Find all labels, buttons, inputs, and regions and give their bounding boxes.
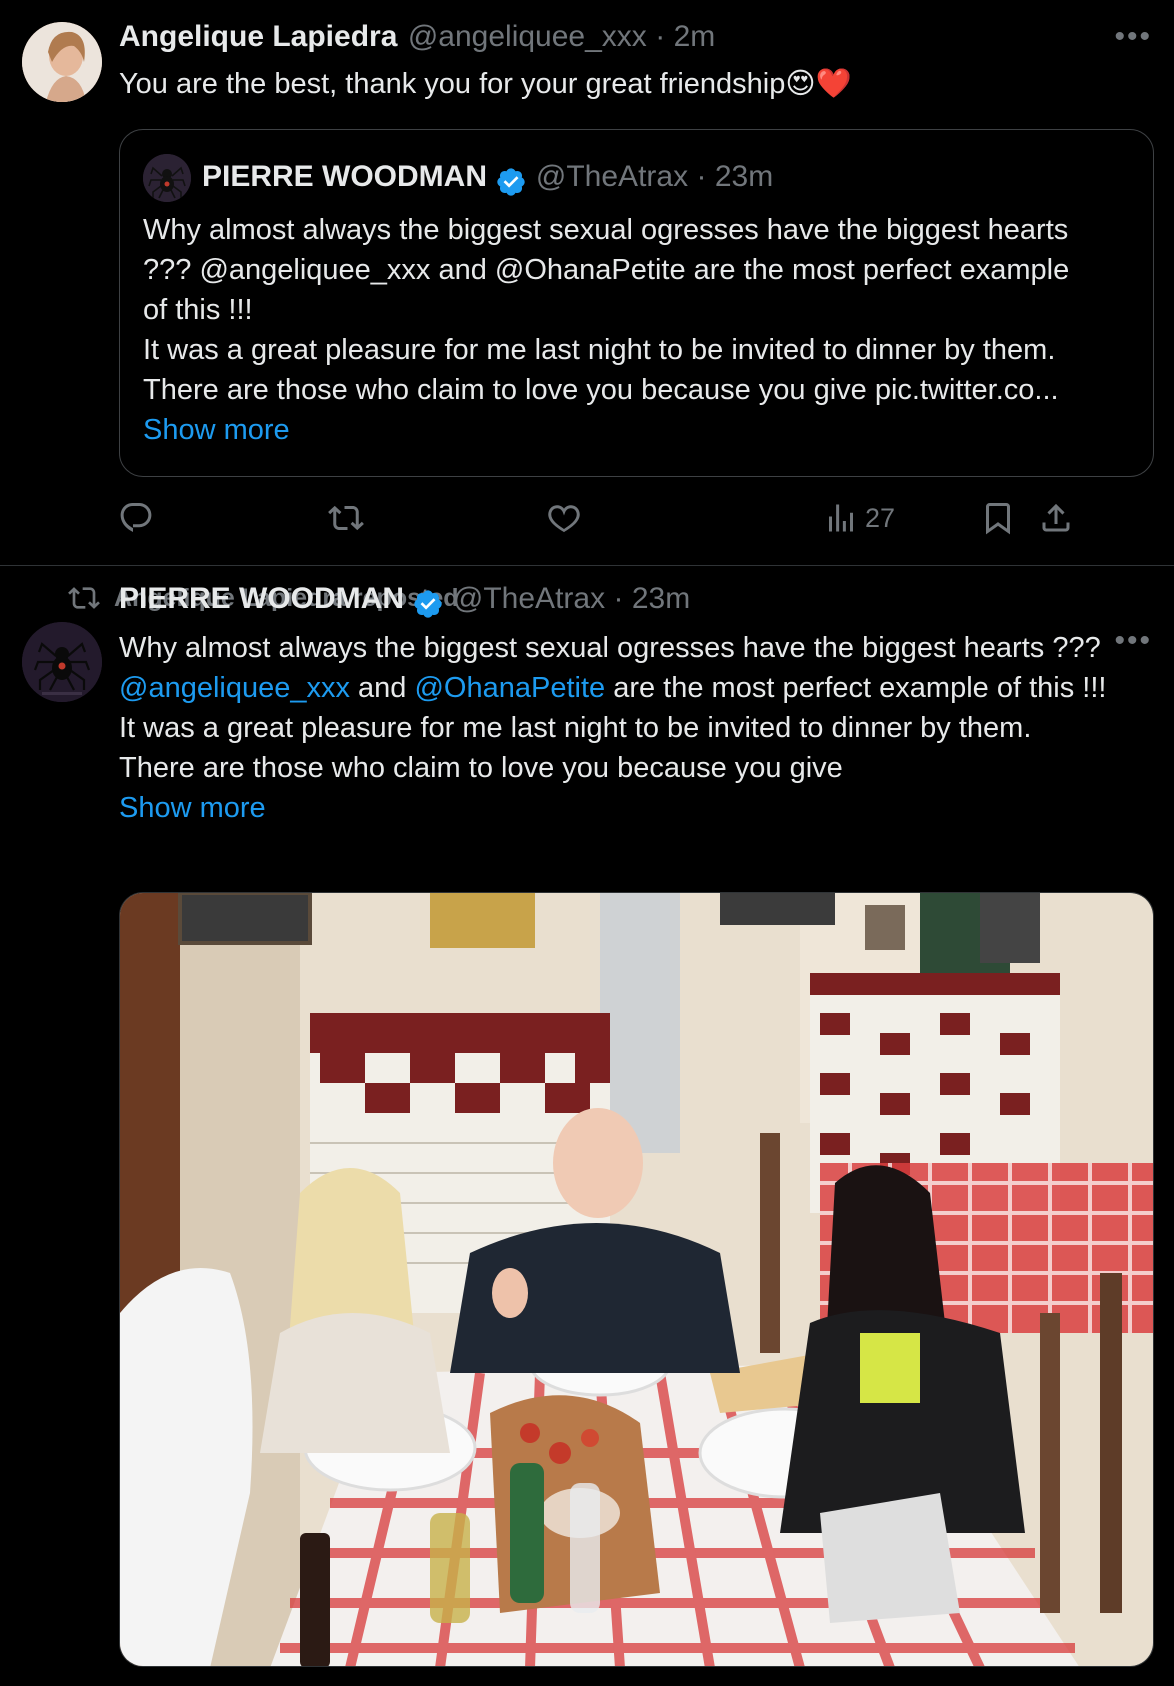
tweet-text: You are the best, thank you for your gre… <box>119 64 852 104</box>
tweet-time[interactable]: · 2m <box>655 20 715 53</box>
quote-header: PIERRE WOODMAN @TheAtrax · 23m <box>202 160 773 198</box>
quoted-tweet[interactable]: PIERRE WOODMAN @TheAtrax · 23m Why almos… <box>119 129 1154 477</box>
avatar-angelique[interactable] <box>22 22 102 102</box>
author-name[interactable]: PIERRE WOODMAN <box>119 582 404 615</box>
quote-line: There are those who claim to love you be… <box>143 374 1059 406</box>
tweet-line: @angeliquee_xxx and @OhanaPetite are the… <box>119 668 1159 708</box>
bookmark-button[interactable] <box>980 500 1016 536</box>
tweet-header: PIERRE WOODMAN @TheAtrax · 23m <box>119 582 690 620</box>
tweet-time[interactable]: · 23m <box>614 582 691 615</box>
quote-text: Why almost always the biggest sexual ogr… <box>143 210 1143 450</box>
verified-badge-icon <box>497 168 526 196</box>
text-fragment: and <box>349 672 415 704</box>
author-handle[interactable]: @TheAtrax <box>453 582 605 615</box>
avatar-pierre[interactable] <box>22 622 102 702</box>
author-handle[interactable]: @angeliquee_xxx <box>408 20 647 53</box>
reply-button[interactable] <box>118 500 154 536</box>
mention-ohanapetite[interactable]: @OhanaPetite <box>414 672 605 704</box>
tweet-emoji: 😍❤️ <box>785 68 852 100</box>
views-button[interactable]: 27 <box>823 500 895 536</box>
tweet-header: Angelique Lapiedra @angeliquee_xxx · 2m <box>119 20 715 54</box>
tweet-text-content: You are the best, thank you for your gre… <box>119 68 786 100</box>
bookmark-icon <box>986 503 1010 535</box>
more-dots-icon[interactable]: ••• <box>1114 20 1152 54</box>
repost-icon <box>68 587 100 609</box>
views-icon <box>829 504 853 532</box>
avatar-pierre-small[interactable] <box>143 154 191 202</box>
quote-line: Why almost always the biggest sexual ogr… <box>143 214 1069 246</box>
tweet-text: Why almost always the biggest sexual ogr… <box>119 628 1159 828</box>
verified-badge-icon <box>414 590 443 618</box>
like-button[interactable] <box>546 500 582 536</box>
quote-show-more[interactable]: Show more <box>143 410 1143 450</box>
quote-time[interactable]: · 23m <box>697 160 774 193</box>
quote-author-handle[interactable]: @TheAtrax <box>536 160 688 193</box>
tweet-line: Why almost always the biggest sexual ogr… <box>119 632 1101 664</box>
heart-icon <box>548 505 580 533</box>
repost-icon <box>328 505 364 531</box>
quote-author-name[interactable]: PIERRE WOODMAN <box>202 160 487 193</box>
quote-line: ??? @angeliquee_xxx and @OhanaPetite are… <box>143 254 1070 286</box>
show-more-link[interactable]: Show more <box>119 788 1159 828</box>
dinner-photo-image <box>120 893 1153 1666</box>
tweet-line: It was a great pleasure for me last nigh… <box>119 712 1032 744</box>
views-count: 27 <box>865 502 896 533</box>
tweet-line: There are those who claim to love you be… <box>119 752 843 784</box>
quote-line: It was a great pleasure for me last nigh… <box>143 334 1056 366</box>
text-fragment: are the most perfect example of this !!! <box>605 672 1107 704</box>
quote-line: of this !!! <box>143 294 253 326</box>
tweet-angelique[interactable]: Angelique Lapiedra @angeliquee_xxx · 2m … <box>0 0 1174 566</box>
tweet-photo[interactable] <box>119 892 1154 1667</box>
repost-button[interactable] <box>328 500 364 536</box>
mention-angeliquee[interactable]: @angeliquee_xxx <box>119 672 350 704</box>
tweet-actions: 27 <box>118 500 1148 542</box>
share-icon <box>1042 503 1070 532</box>
reply-icon <box>120 503 152 532</box>
share-button[interactable] <box>1038 500 1074 536</box>
author-name[interactable]: Angelique Lapiedra <box>119 20 397 53</box>
